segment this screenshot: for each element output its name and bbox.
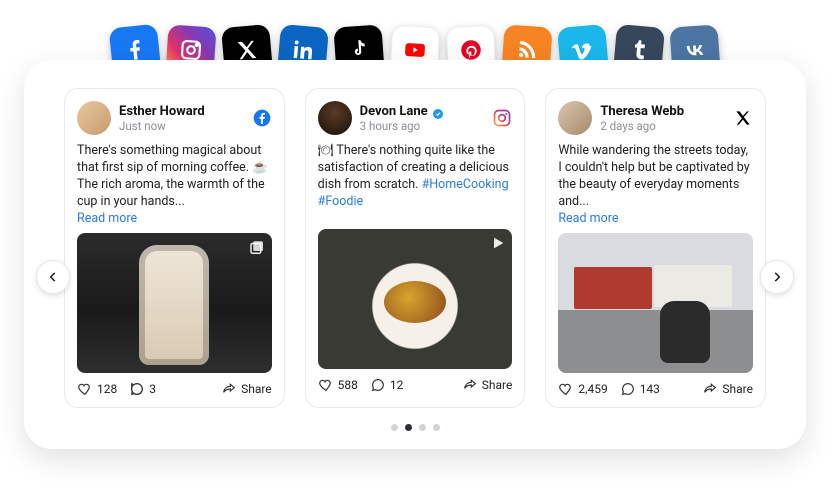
like-button[interactable]: 128: [77, 381, 117, 397]
carousel-icon: [248, 239, 266, 261]
post-body: There's something magical about that fir…: [77, 143, 272, 227]
post-image[interactable]: [558, 233, 753, 373]
comment-button[interactable]: 3: [129, 381, 156, 397]
read-more-link[interactable]: Read more: [77, 211, 272, 228]
post-time: 3 hours ago: [360, 119, 485, 133]
feed-panel: Esther Howard Just now There's something…: [24, 60, 806, 449]
comment-button[interactable]: 12: [370, 377, 404, 393]
dot-active[interactable]: [405, 424, 412, 431]
dot[interactable]: [391, 424, 398, 431]
post-card: Theresa Webb 2 days ago While wandering …: [545, 88, 766, 408]
like-button[interactable]: 588: [318, 377, 358, 393]
avatar[interactable]: [558, 101, 592, 135]
facebook-icon: [252, 108, 272, 128]
x-icon: [733, 108, 753, 128]
post-card: Devon Lane 3 hours ago 🍽 There's nothing…: [305, 88, 526, 408]
next-button[interactable]: [760, 260, 794, 294]
feed-row: Esther Howard Just now There's something…: [64, 88, 766, 408]
share-button[interactable]: Share: [462, 377, 513, 393]
post-image[interactable]: [318, 229, 513, 369]
post-time: Just now: [119, 119, 244, 133]
play-icon: [490, 235, 506, 255]
author-name[interactable]: Esther Howard: [119, 104, 205, 119]
dot[interactable]: [433, 424, 440, 431]
read-more-link[interactable]: Read more: [558, 211, 753, 228]
prev-button[interactable]: [36, 260, 70, 294]
post-time: 2 days ago: [600, 119, 725, 133]
post-image[interactable]: [77, 233, 272, 373]
share-button[interactable]: Share: [221, 381, 272, 397]
share-button[interactable]: Share: [702, 381, 753, 397]
post-card: Esther Howard Just now There's something…: [64, 88, 285, 408]
pagination-dots[interactable]: [64, 424, 766, 431]
verified-icon: [432, 105, 444, 117]
instagram-icon: [492, 108, 512, 128]
avatar[interactable]: [77, 101, 111, 135]
avatar[interactable]: [318, 101, 352, 135]
post-body: 🍽 There's nothing quite like the satisfa…: [318, 143, 513, 223]
dot[interactable]: [419, 424, 426, 431]
like-button[interactable]: 2,459: [558, 381, 607, 397]
comment-button[interactable]: 143: [620, 381, 660, 397]
author-name[interactable]: Devon Lane: [360, 104, 428, 119]
post-body: While wandering the streets today, I cou…: [558, 143, 753, 227]
author-name[interactable]: Theresa Webb: [600, 104, 684, 119]
